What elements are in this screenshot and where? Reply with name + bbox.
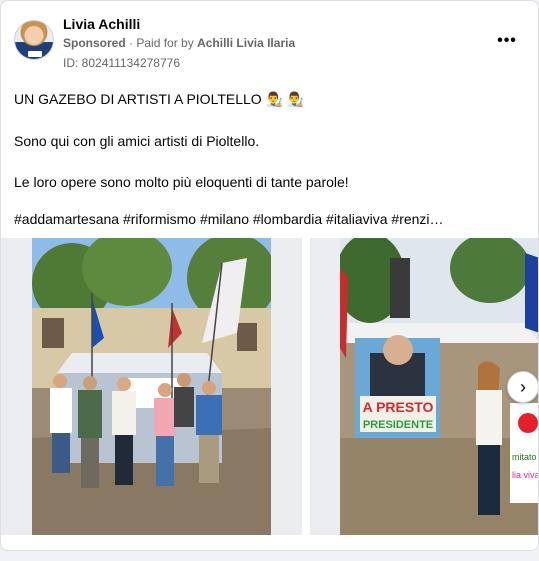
paid-for-prefix: Paid for by bbox=[136, 36, 194, 50]
side-banner-text-2: lia viva bbox=[512, 470, 539, 480]
author-avatar[interactable] bbox=[14, 20, 54, 60]
more-options-icon[interactable]: ••• bbox=[493, 29, 521, 53]
paid-for-name: Achilli Livia Ilaria bbox=[197, 36, 296, 50]
group-photo[interactable] bbox=[32, 238, 271, 535]
artist-emoji-icon: 👨‍🎨 👨‍🎨 bbox=[265, 91, 305, 107]
carousel-next-icon[interactable]: › bbox=[507, 371, 538, 403]
ad-id: ID: 802411134278776 bbox=[63, 56, 180, 70]
group-photo-art bbox=[32, 238, 271, 535]
ad-post-card: Livia Achilli Sponsored · Paid for by Ac… bbox=[0, 0, 539, 551]
post-text-line-3: Le loro opere sono molto più eloquenti d… bbox=[14, 174, 349, 190]
side-banner-text-1: mitato bbox=[512, 452, 537, 462]
meta-separator: · bbox=[129, 36, 134, 50]
post-text-line-1: UN GAZEBO DI ARTISTI A PIOLTELLO 👨‍🎨 👨‍🎨 bbox=[14, 91, 304, 108]
sponsor-line: Sponsored · Paid for by Achilli Livia Il… bbox=[63, 36, 295, 50]
avatar-badge bbox=[28, 51, 42, 57]
painting-caption-line2: PRESIDENTE bbox=[363, 419, 433, 431]
photo-carousel[interactable]: A PRESTO PRESIDENTE mitato lia viva › bbox=[1, 238, 539, 536]
sponsored-label[interactable]: Sponsored bbox=[63, 36, 126, 50]
post-headline: UN GAZEBO DI ARTISTI A PIOLTELLO bbox=[14, 91, 262, 107]
post-text-line-2: Sono qui con gli amici artisti di Piolte… bbox=[14, 133, 260, 149]
author-name[interactable]: Livia Achilli bbox=[63, 16, 140, 32]
painting-caption-line1: A PRESTO bbox=[363, 399, 434, 415]
post-hashtags[interactable]: #addamartesana #riformismo #milano #lomb… bbox=[14, 211, 444, 227]
